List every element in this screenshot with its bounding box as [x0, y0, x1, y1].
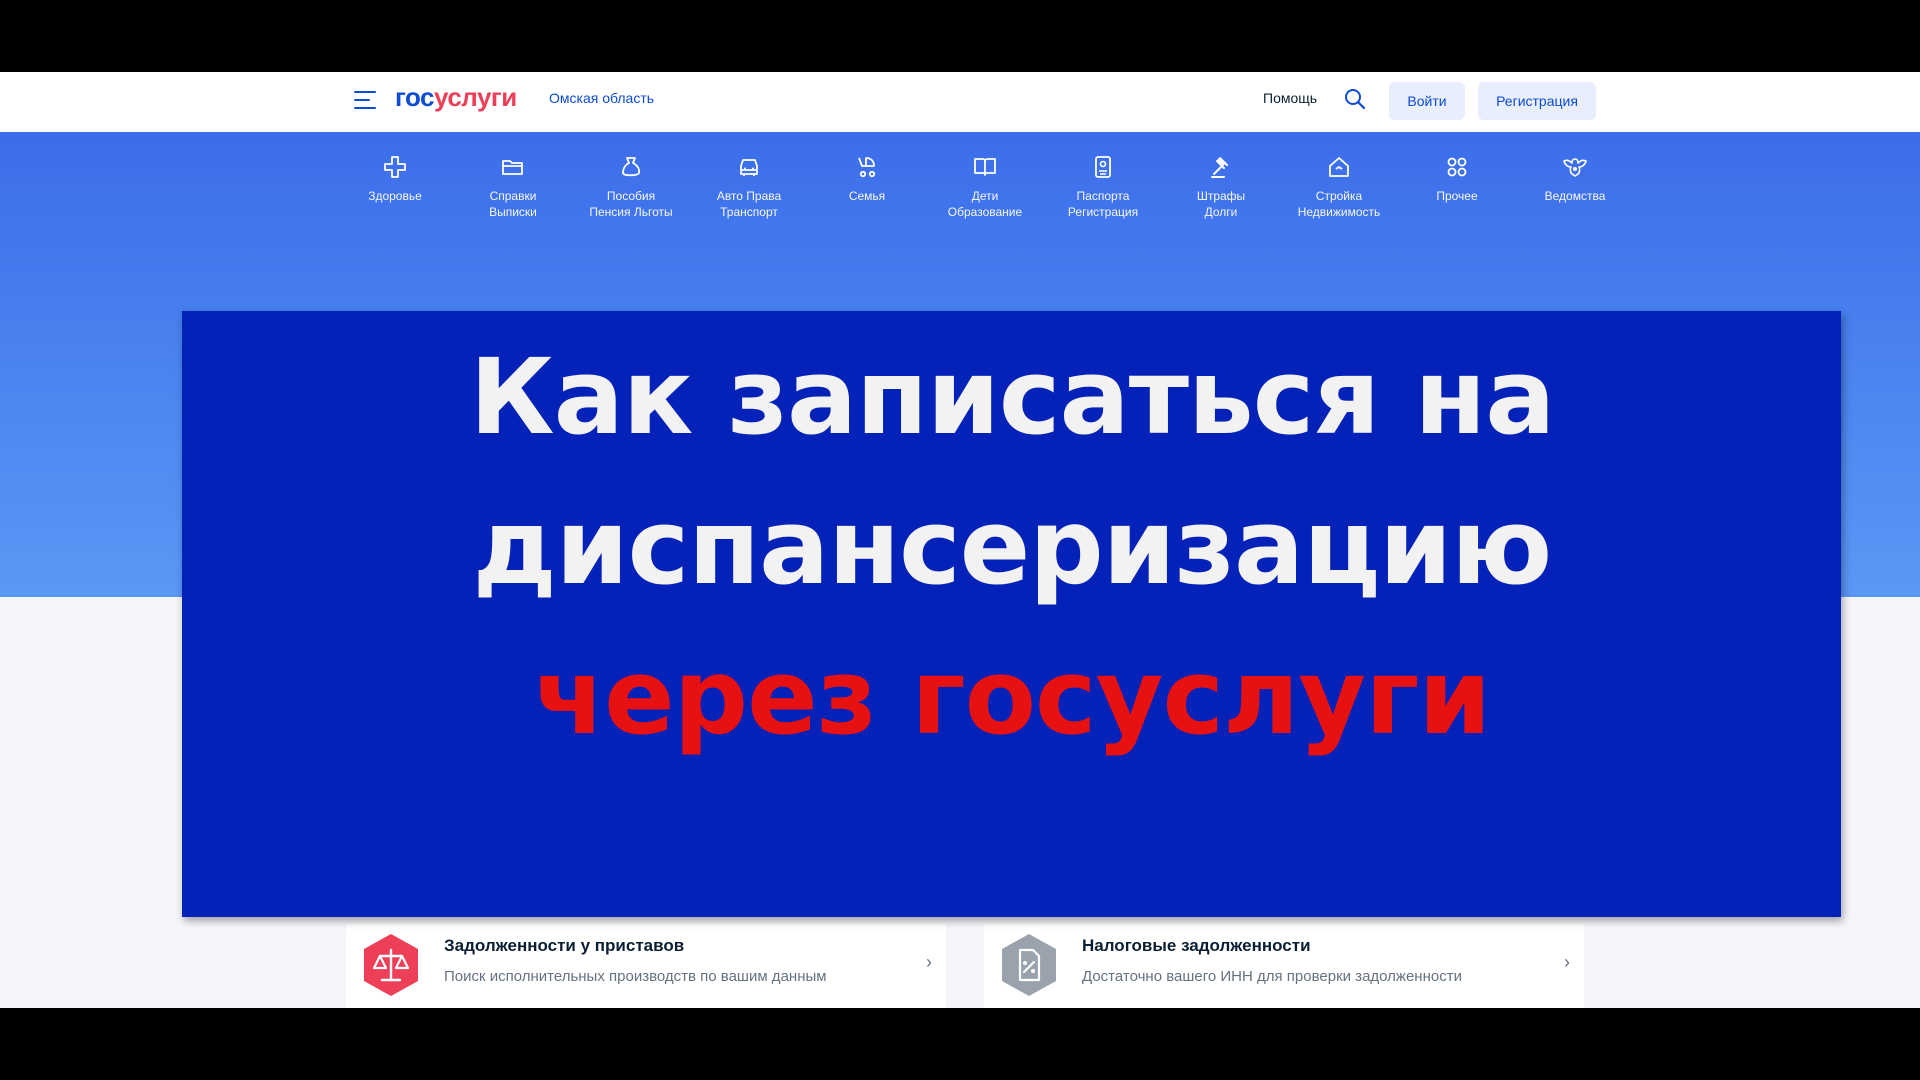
- category-label: Справки: [489, 189, 537, 203]
- category-label: Дети: [971, 189, 999, 203]
- category-sublabel: Недвижимость: [1297, 205, 1381, 219]
- category-departments[interactable]: Ведомства: [1516, 154, 1634, 204]
- category-label: Семья: [848, 189, 886, 203]
- category-label: Авто Права: [716, 189, 782, 203]
- chevron-right-icon: ›: [1564, 952, 1570, 972]
- house-icon: [1329, 157, 1349, 177]
- search-icon[interactable]: [1344, 88, 1366, 110]
- book-icon: [974, 158, 996, 176]
- category-sublabel: Выписки: [489, 205, 537, 219]
- scales-icon: [364, 934, 418, 996]
- category-sublabel: Регистрация: [1067, 205, 1139, 219]
- category-label: Пособия: [606, 189, 656, 203]
- category-passports[interactable]: Паспорта Регистрация: [1044, 154, 1162, 220]
- register-button[interactable]: Регистрация: [1478, 82, 1596, 120]
- category-label: Паспорта: [1076, 189, 1130, 203]
- login-button[interactable]: Войти: [1389, 82, 1465, 120]
- eagle-emblem-icon: [1563, 158, 1587, 177]
- card-subtitle: Достаточно вашего ИНН для проверки задол…: [1082, 968, 1462, 985]
- category-sublabel: Пенсия Льготы: [589, 205, 673, 219]
- category-sublabel: Образование: [947, 205, 1023, 219]
- debt-bailiffs-card[interactable]: Задолженности у приставов Поиск исполнит…: [346, 924, 946, 1008]
- category-auto[interactable]: Авто Права Транспорт: [690, 154, 808, 220]
- category-other[interactable]: Прочее: [1398, 154, 1516, 204]
- car-icon: [740, 159, 758, 176]
- logo-part-gos: гос: [395, 82, 435, 112]
- health-cross-icon: [384, 156, 406, 178]
- category-label: Ведомства: [1544, 189, 1606, 203]
- money-bag-icon: [622, 157, 641, 177]
- category-label: Штрафы: [1196, 189, 1246, 203]
- grid-icon: [1447, 157, 1467, 177]
- gavel-icon: [1211, 157, 1228, 178]
- help-link[interactable]: Помощь: [1263, 90, 1317, 106]
- chevron-right-icon: ›: [926, 952, 932, 972]
- gosuslugi-logo[interactable]: госуслуги: [395, 82, 517, 113]
- category-label: Прочее: [1436, 189, 1478, 203]
- category-label: Стройка: [1315, 189, 1363, 203]
- card-title: Налоговые задолженности: [1082, 936, 1311, 955]
- category-health[interactable]: Здоровье: [336, 154, 454, 204]
- category-fines[interactable]: Штрафы Долги: [1162, 154, 1280, 220]
- overlay-title-line-1: Как записаться на: [469, 336, 1556, 458]
- tax-debt-card[interactable]: Налоговые задолженности Достаточно вашег…: [984, 924, 1584, 1008]
- menu-icon[interactable]: [354, 91, 376, 111]
- category-family[interactable]: Семья: [808, 154, 926, 204]
- category-sublabel: Долги: [1204, 205, 1238, 219]
- overlay-title-line-2: диспансеризацию: [472, 486, 1553, 608]
- browser-viewport: госуслуги Омская область Помощь Войти Ре…: [0, 72, 1920, 1008]
- stroller-icon: [858, 157, 876, 178]
- category-nav: Здоровье Справки Выписки Пособия Пенсия Ль…: [336, 154, 1605, 244]
- category-certificates[interactable]: Справки Выписки: [454, 154, 572, 220]
- region-selector[interactable]: Омская область: [549, 90, 654, 106]
- passport-icon: [1095, 156, 1111, 178]
- tax-document-icon: [1002, 934, 1056, 996]
- card-title: Задолженности у приставов: [444, 936, 685, 955]
- category-realty[interactable]: Стройка Недвижимость: [1280, 154, 1398, 220]
- logo-part-uslugi: услуги: [434, 82, 517, 112]
- category-label: Здоровье: [368, 189, 422, 203]
- card-subtitle: Поиск исполнительных производств по ваши…: [444, 968, 827, 985]
- category-children[interactable]: Дети Образование: [926, 154, 1044, 220]
- category-sublabel: Транспорт: [720, 205, 778, 219]
- overlay-title-line-3: через госуслуги: [533, 636, 1492, 758]
- title-overlay-banner: Как записаться на диспансеризацию через …: [182, 311, 1841, 917]
- category-benefits[interactable]: Пособия Пенсия Льготы: [572, 154, 690, 220]
- folder-icon: [502, 160, 523, 175]
- site-header: госуслуги Омская область Помощь Войти Ре…: [0, 72, 1920, 132]
